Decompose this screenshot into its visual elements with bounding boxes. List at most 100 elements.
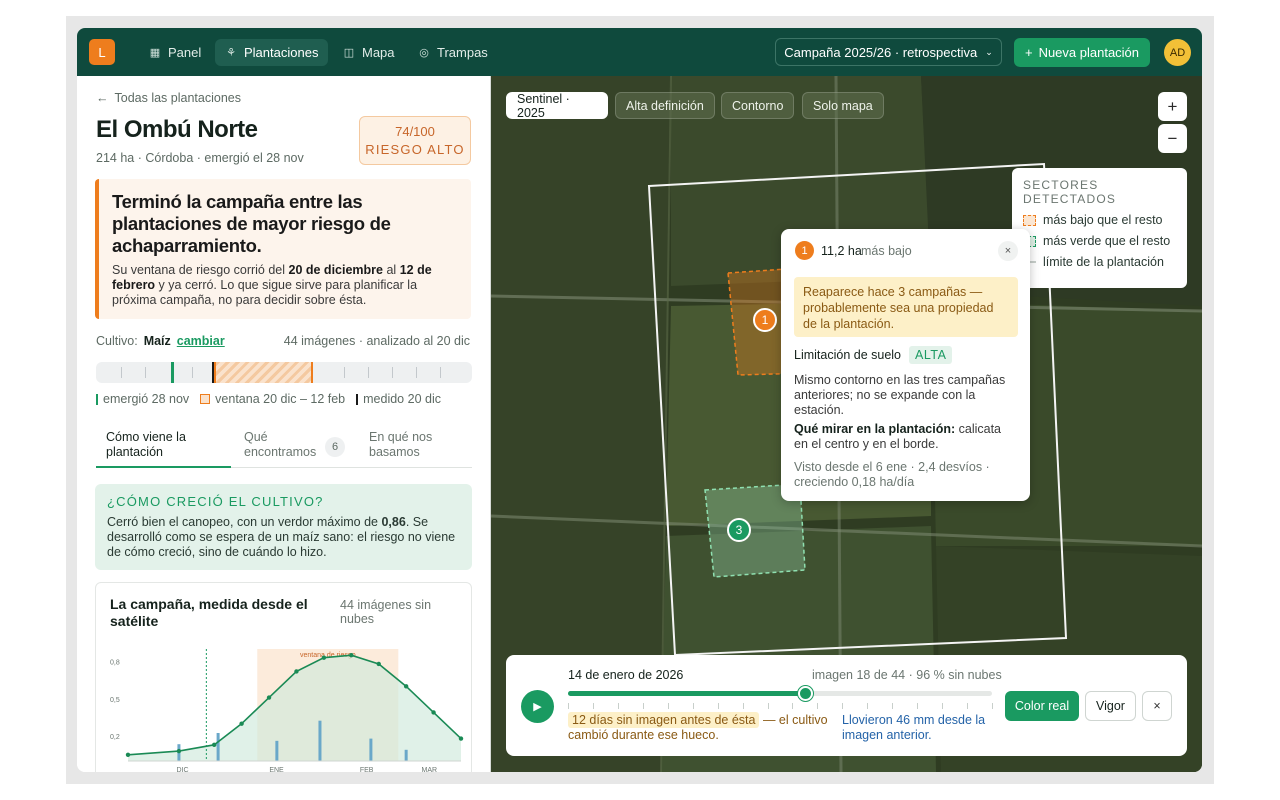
alert-heading: Terminó la campaña entre las plantacione… (112, 191, 391, 256)
legend-swatch (200, 394, 211, 404)
sector-marker-3[interactable]: 3 (727, 518, 751, 542)
y-tick-label: 0,2 (110, 734, 120, 741)
popup-close-button[interactable]: × (998, 241, 1018, 261)
nav-item-plantaciones[interactable]: ⚘ Plantaciones (215, 39, 329, 66)
crop-value: Maíz (143, 334, 171, 348)
track-tick (440, 367, 441, 378)
layer-alta-definicion[interactable]: Alta definición (615, 92, 715, 119)
legend-emerged: emergió 28 nov (96, 392, 189, 406)
what-to-check-label: Qué mirar en la plantación: (794, 422, 956, 436)
y-tick-label: 0,8 (110, 659, 120, 666)
top-nav: L ▦ Panel ⚘ Plantaciones ◫ Mapa ◎ Trampa… (77, 28, 1202, 76)
sectors-heading: SECTORES DETECTADOS (1023, 178, 1117, 206)
crop-label: Cultivo: (96, 334, 138, 348)
risk-window (214, 362, 313, 383)
timeline-close-button[interactable]: × (1142, 691, 1172, 721)
popup-tag: más bajo (861, 244, 912, 258)
campaign-alert: Terminó la campaña entre las plantacione… (95, 179, 471, 319)
timeline-tick (892, 703, 894, 709)
crop-meta: 44 imágenes · analizado al 20 dic (283, 334, 470, 348)
timeline-tick (592, 703, 594, 709)
rain-bar (404, 749, 408, 761)
vigor-point (349, 653, 354, 658)
track-tick (121, 367, 122, 378)
layer-contorno[interactable]: Contorno (721, 92, 795, 119)
popup-stats: Visto desde el 6 ene · 2,4 desvíos · cre… (794, 460, 990, 489)
nav-item-trampas[interactable]: ◎ Trampas (408, 39, 498, 66)
timeline-thumb[interactable] (798, 686, 814, 701)
sector-legend-label: más bajo que el resto (1043, 213, 1163, 227)
alert-text-part: al (383, 263, 400, 277)
plantation-panel: ← Todas las plantaciones El Ombú Norte 2… (77, 76, 491, 772)
growth-heading: ¿CÓMO CRECIÓ EL CULTIVO? (107, 494, 324, 509)
tab-que-encontramos[interactable]: Qué encontramos (244, 430, 324, 460)
sector-marker-1[interactable]: 1 (753, 308, 777, 332)
campaign-select[interactable]: Campaña 2025/26 · retrospectiva ⌄ (775, 38, 1002, 66)
nav-item-panel[interactable]: ▦ Panel (139, 39, 211, 66)
popup-area: 11,2 ha (821, 244, 862, 258)
nav-item-label: Trampas (437, 45, 488, 60)
timeline-tick (642, 703, 644, 709)
avatar[interactable]: AD (1164, 39, 1191, 66)
target-icon: ◎ (419, 47, 429, 59)
change-crop-link[interactable]: cambiar (177, 334, 225, 348)
app-window: L ▦ Panel ⚘ Plantaciones ◫ Mapa ◎ Trampa… (77, 28, 1202, 772)
play-button[interactable]: ▶ (521, 690, 554, 723)
vigor-point (294, 669, 299, 674)
vigor-point (403, 684, 409, 689)
timeline-tick (967, 703, 969, 709)
vigor-point (176, 748, 182, 754)
new-plantation-button[interactable]: + Nueva plantación (1014, 38, 1150, 67)
layer-sentinel[interactable]: Sentinel · 2025 (506, 92, 608, 120)
timeline-tick (817, 703, 819, 709)
legend-label: emergió 28 nov (103, 392, 190, 406)
vigor-button[interactable]: Vigor (1085, 691, 1136, 721)
timeline-tick (942, 703, 944, 709)
back-link-label: Todas las plantaciones (114, 91, 241, 105)
findings-count-badge: 6 (325, 437, 345, 457)
risk-score: 74/100 (395, 124, 435, 139)
season-track (96, 362, 472, 383)
legend-measured: medido 20 dic (356, 392, 441, 406)
popup-warning: Reaparece hace 3 campañas — probablement… (794, 277, 1018, 337)
vigor-point (376, 661, 381, 667)
app-logo[interactable]: L (89, 39, 115, 65)
back-link[interactable]: ← Todas las plantaciones (96, 91, 241, 105)
map-view[interactable]: Sentinel · 2025 Alta definición Contorno… (491, 76, 1202, 772)
sector-popup: 1 11,2 ha más bajo × Reaparece hace 3 ca… (781, 229, 1030, 501)
timeline-slider[interactable] (568, 686, 992, 701)
track-tick (368, 367, 369, 378)
tab-en-que-nos-basamos[interactable]: En qué nos basamos (369, 430, 449, 460)
popup-what-to-check: Qué mirar en la plantación: calicata en … (794, 422, 1018, 452)
emergence-marker (171, 362, 174, 383)
layer-solo-mapa[interactable]: Solo mapa (802, 92, 884, 119)
legend-swatch (96, 393, 98, 405)
zoom-out-button[interactable]: − (1158, 124, 1187, 153)
tabs: Cómo viene la plantación Qué encontramos… (96, 426, 472, 468)
legend-label: medido 20 dic (363, 392, 441, 406)
true-color-button[interactable]: Color real (1005, 691, 1079, 721)
rain-bar (369, 738, 373, 761)
risk-badge: 74/100 RIESGO ALTO (359, 116, 471, 165)
timeline-progress (568, 691, 806, 696)
soil-limit-badge: ALTA (909, 346, 953, 364)
gap-highlight: 12 días sin imagen antes de ésta (568, 712, 760, 728)
timeline-tick (917, 703, 919, 709)
vigor-point (321, 655, 327, 660)
timeline-tick (767, 703, 769, 709)
vigor-point (266, 695, 272, 700)
tab-como-viene[interactable]: Cómo viene la plantación (106, 430, 206, 460)
nav-item-mapa[interactable]: ◫ Mapa (333, 39, 405, 66)
sectors-legend: SECTORES DETECTADOS más bajo que el rest… (1012, 168, 1187, 288)
track-tick (145, 367, 146, 378)
chart-title: La campaña, medida desde el satélite (110, 596, 308, 629)
track-tick (392, 367, 393, 378)
timeline-tick (742, 703, 744, 709)
chart-note: 44 imágenes sin nubes (340, 598, 432, 626)
timeline-tick (692, 703, 694, 709)
popup-soil-limit: Limitación de suelo ALTA (794, 346, 953, 364)
image-timeline: ▶ 14 de enero de 2026 imagen 18 de 44 · … (506, 655, 1187, 756)
growth-max-value: 0,86 (381, 515, 406, 529)
vigor-point (431, 710, 436, 715)
zoom-in-button[interactable]: + (1158, 92, 1187, 121)
